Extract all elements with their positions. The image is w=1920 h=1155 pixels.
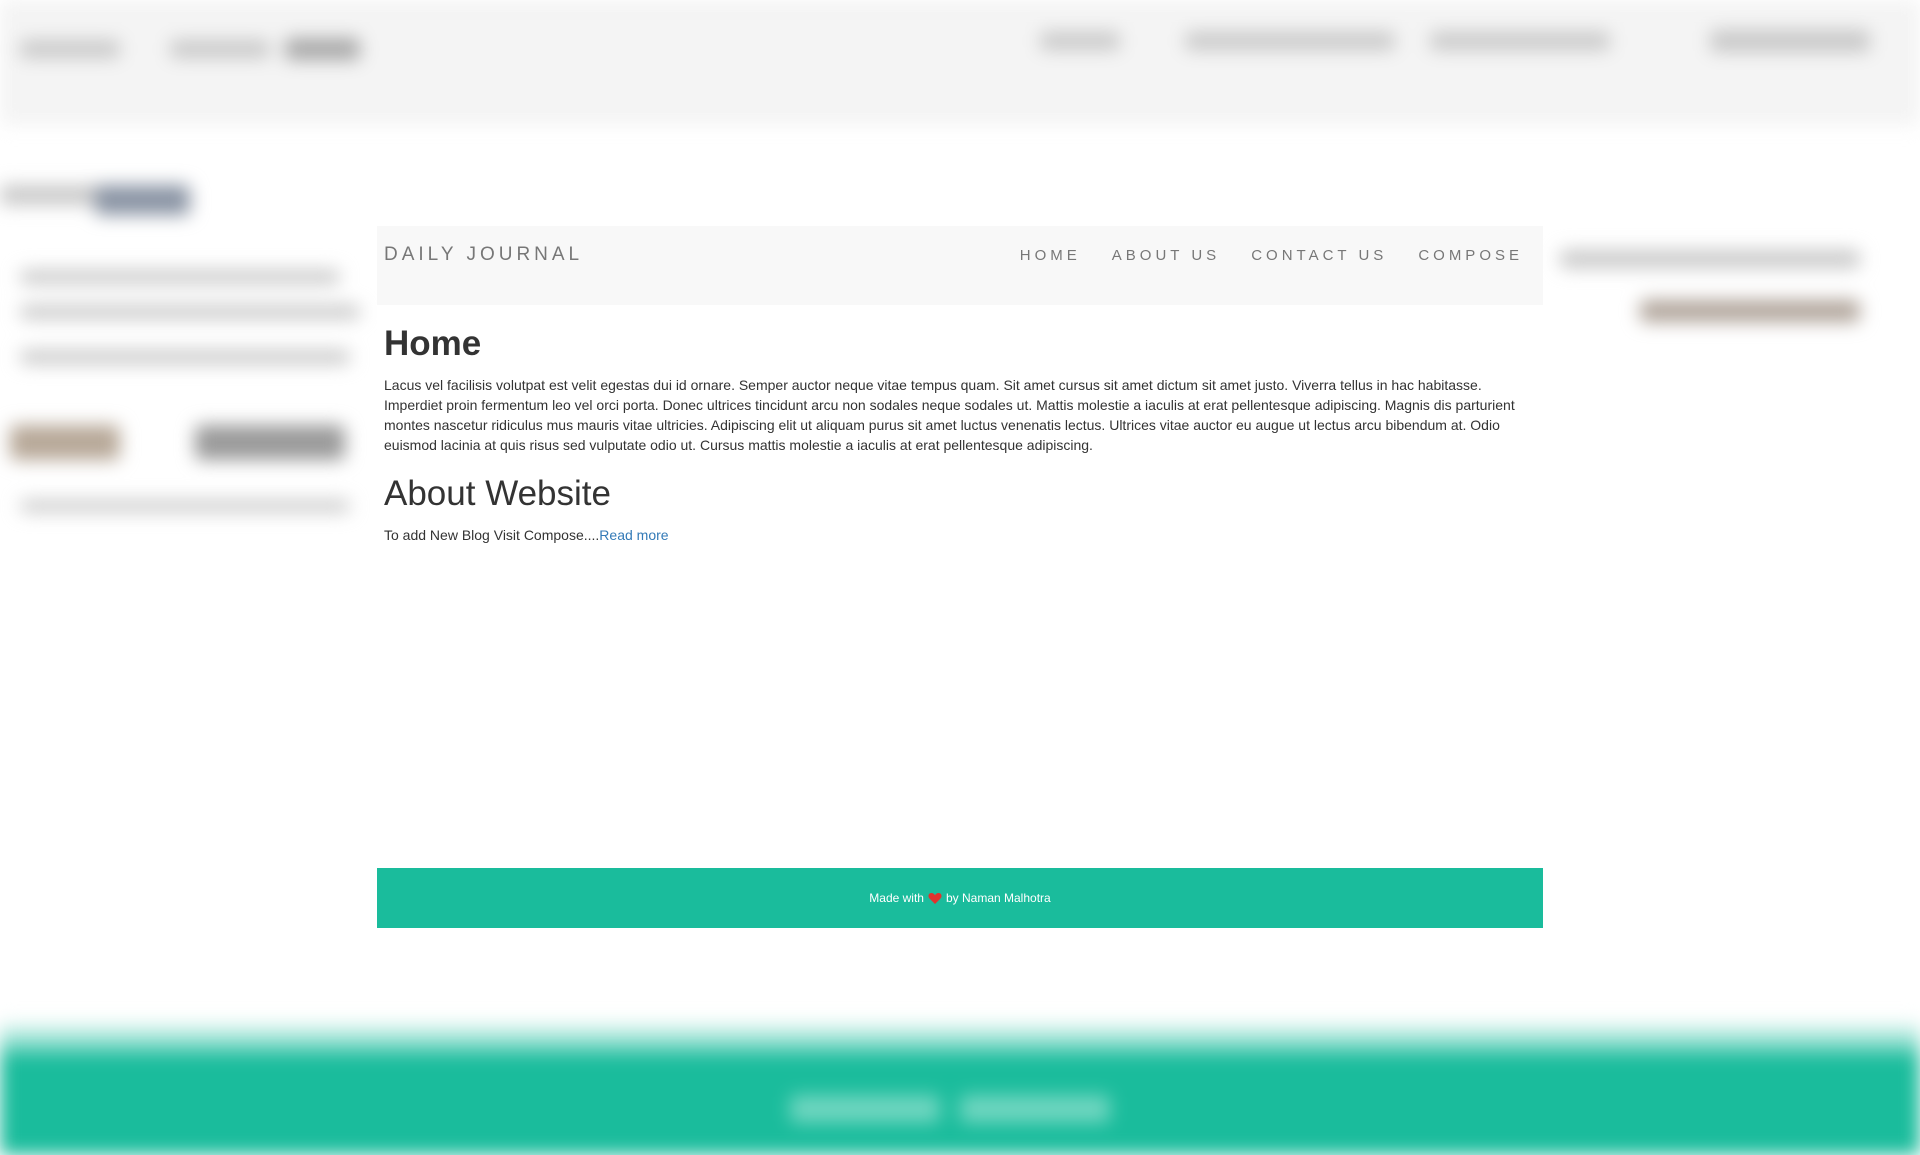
- home-heading: Home: [384, 324, 482, 363]
- about-paragraph: To add New Blog Visit Compose....Read mo…: [384, 525, 1534, 545]
- nav-item: ABOUT US: [1112, 247, 1220, 265]
- blurred-block: [1560, 250, 1860, 268]
- blurred-block: [20, 500, 350, 512]
- blurred-block: [20, 40, 120, 58]
- blurred-block: [1640, 300, 1860, 322]
- about-text: To add New Blog Visit Compose....: [384, 527, 600, 543]
- nav-item: COMPOSE: [1418, 247, 1523, 265]
- blurred-block: [10, 425, 120, 460]
- blurred-block: [195, 425, 345, 460]
- nav-link-contact-us[interactable]: CONTACT US: [1251, 247, 1387, 264]
- blurred-footer: [0, 1055, 1920, 1155]
- blurred-block: [1185, 32, 1395, 50]
- browser-viewport: DAILY JOURNAL HOME ABOUT US CONTACT US C…: [0, 0, 1920, 1155]
- nav-item: HOME: [1020, 247, 1081, 265]
- read-more-link[interactable]: Read more: [599, 527, 668, 543]
- nav-item: CONTACT US: [1251, 247, 1387, 265]
- blurred-block: [285, 38, 360, 60]
- blurred-block: [790, 1095, 940, 1123]
- navbar: DAILY JOURNAL HOME ABOUT US CONTACT US C…: [377, 226, 1543, 305]
- blurred-block: [960, 1095, 1110, 1123]
- nav-menu: HOME ABOUT US CONTACT US COMPOSE: [1020, 247, 1523, 265]
- blurred-block: [20, 270, 340, 284]
- footer: Made with by Naman Malhotra: [377, 868, 1543, 928]
- brand-logo-link[interactable]: DAILY JOURNAL: [384, 244, 583, 266]
- blurred-block: [20, 350, 350, 364]
- blurred-block: [170, 40, 270, 58]
- footer-suffix: by Naman Malhotra: [945, 891, 1051, 905]
- blurred-block: [1710, 30, 1870, 52]
- nav-link-compose[interactable]: COMPOSE: [1418, 247, 1523, 264]
- main-content: Home Lacus vel facilisis volutpat est ve…: [384, 323, 1534, 545]
- blurred-block: [0, 185, 110, 205]
- about-heading: About Website: [384, 474, 611, 513]
- blurred-block: [1040, 32, 1120, 50]
- site-card: DAILY JOURNAL HOME ABOUT US CONTACT US C…: [377, 226, 1543, 928]
- blurred-block: [95, 185, 190, 215]
- blurred-header: [0, 0, 1920, 125]
- heart-icon: [928, 892, 942, 905]
- footer-prefix: Made with: [869, 891, 924, 905]
- home-body-text: Lacus vel facilisis volutpat est velit e…: [384, 377, 1515, 453]
- nav-link-about-us[interactable]: ABOUT US: [1112, 247, 1220, 264]
- blurred-block: [20, 305, 360, 319]
- blurred-footer-fade: [0, 1020, 1920, 1065]
- blurred-block: [1430, 32, 1610, 50]
- nav-link-home[interactable]: HOME: [1020, 247, 1081, 264]
